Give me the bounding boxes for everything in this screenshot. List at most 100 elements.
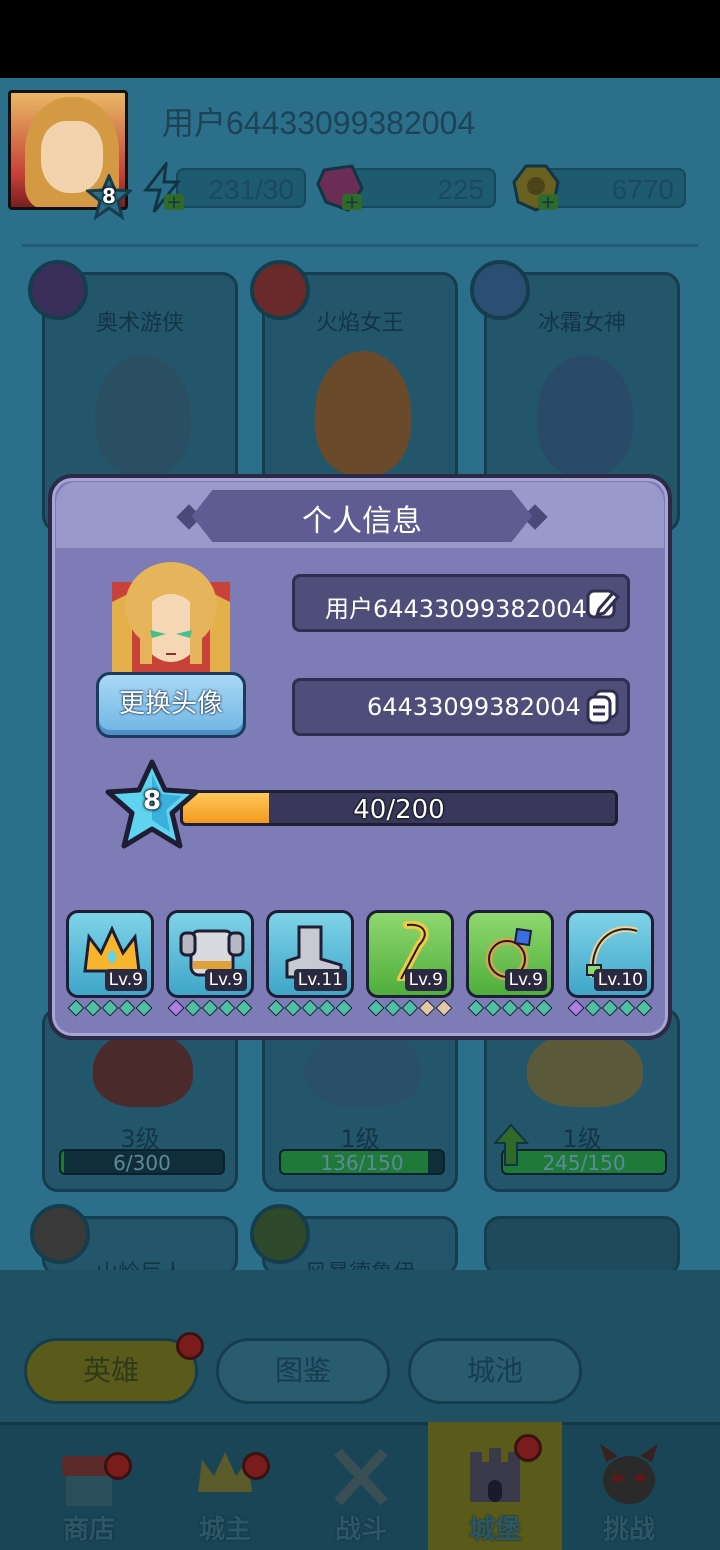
equipment-level: Lv.9 <box>204 969 247 991</box>
svg-text:+: + <box>540 192 555 213</box>
header-username: 用户64433099382004 <box>162 105 476 141</box>
equipment-level: Lv.9 <box>104 969 147 991</box>
nav-label: 商店 <box>62 1515 115 1545</box>
nav-lord[interactable]: 城主 <box>158 1422 292 1550</box>
hero-card-locked[interactable] <box>484 1216 680 1276</box>
energy-lightning-icon[interactable]: + <box>136 162 188 214</box>
nature-class-icon <box>250 1204 310 1264</box>
gem-indicator <box>635 999 653 1017</box>
tab-heroes[interactable]: 英雄 <box>24 1338 198 1404</box>
castle-notification-dot <box>514 1434 542 1462</box>
lord-notification-dot <box>242 1452 270 1480</box>
modal-title: 个人信息 <box>302 504 422 539</box>
xp-progress-bar: 40/200 <box>180 790 618 826</box>
profile-modal: 个人信息 更换头像 用户64433099382004 6443309938200… <box>48 474 672 1040</box>
gems-pill: 225 <box>350 168 496 208</box>
gem-indicator <box>84 999 102 1017</box>
hero-progress-bar: 136/150 <box>279 1149 445 1175</box>
equipment-gem-row <box>167 999 260 1017</box>
hero-portrait <box>95 355 191 475</box>
copy-icon[interactable] <box>585 689 621 725</box>
gem-indicator <box>67 999 85 1017</box>
equipment-slot[interactable]: Lv.11 <box>266 910 354 998</box>
svg-text:+: + <box>344 192 359 213</box>
gem-indicator <box>567 999 585 1017</box>
gems-value: 225 <box>437 174 484 205</box>
gem-indicator <box>335 999 353 1017</box>
crossed-swords-icon <box>334 1448 388 1506</box>
gem-indicator <box>367 999 385 1017</box>
gem-indicator <box>184 999 202 1017</box>
name-value: 用户64433099382004 <box>325 595 587 623</box>
fire-class-icon <box>250 260 310 320</box>
gem-indicator <box>401 999 419 1017</box>
hero-portrait <box>93 1031 193 1107</box>
gem-indicator <box>301 999 319 1017</box>
energy-value: 231/30 <box>208 174 294 205</box>
gem-indicator <box>384 999 402 1017</box>
equipment-slot[interactable]: Lv.9 <box>166 910 254 998</box>
level-value: 8 <box>142 786 162 816</box>
gold-value: 6770 <box>611 174 674 205</box>
hero-portrait <box>537 355 633 475</box>
tab-codex[interactable]: 图鉴 <box>216 1338 390 1404</box>
nav-label: 城主 <box>198 1515 251 1545</box>
gem-indicator <box>501 999 519 1017</box>
hero-portrait <box>315 351 411 475</box>
upgrade-arrow-icon <box>493 1123 529 1166</box>
tab-city[interactable]: 城池 <box>408 1338 582 1404</box>
id-value: 64433099382004 <box>367 693 581 721</box>
name-field[interactable]: 用户64433099382004 <box>292 574 630 632</box>
demon-mask-icon <box>600 1444 658 1504</box>
equipment-gem-row <box>67 999 160 1017</box>
change-avatar-button[interactable]: 更换头像 <box>96 672 246 738</box>
xp-text: 40/200 <box>353 795 445 825</box>
nav-label: 战斗 <box>334 1515 387 1545</box>
gem-indicator <box>135 999 153 1017</box>
gem-indicator <box>284 999 302 1017</box>
gem-indicator <box>535 999 553 1017</box>
equipment-slot[interactable]: Lv.9 <box>66 910 154 998</box>
equipment-gem-row <box>467 999 560 1017</box>
equipment-gem-row <box>367 999 460 1017</box>
gem-indicator <box>235 999 253 1017</box>
nav-label: 城堡 <box>468 1515 521 1545</box>
equipment-slot[interactable]: Lv.9 <box>466 910 554 998</box>
player-level-value: 8 <box>102 184 116 208</box>
gem-indicator <box>218 999 236 1017</box>
hero-progress-text: 6/300 <box>113 1151 171 1175</box>
equipment-level: Lv.9 <box>404 969 447 991</box>
gem-indicator <box>584 999 602 1017</box>
gem-icon[interactable]: + <box>314 162 366 214</box>
gem-indicator <box>318 999 336 1017</box>
svg-text:+: + <box>166 192 181 213</box>
hero-portrait-icon <box>112 562 230 672</box>
gold-coin-icon[interactable]: + <box>510 162 562 214</box>
profile-avatar <box>112 562 230 672</box>
shop-notification-dot <box>104 1452 132 1480</box>
nav-label: 挑战 <box>602 1515 655 1545</box>
edit-icon[interactable] <box>585 585 621 621</box>
gem-indicator <box>167 999 185 1017</box>
status-bar <box>0 0 720 78</box>
energy-pill: 231/30 <box>176 168 306 208</box>
gem-indicator <box>484 999 502 1017</box>
nav-castle[interactable]: 城堡 <box>428 1422 562 1550</box>
rock-class-icon <box>30 1204 90 1264</box>
equipment-level: Lv.10 <box>593 969 647 991</box>
gem-indicator <box>418 999 436 1017</box>
gem-indicator <box>201 999 219 1017</box>
nav-shop[interactable]: 商店 <box>22 1422 156 1550</box>
equipment-level: Lv.11 <box>293 969 347 991</box>
arcane-class-icon <box>28 260 88 320</box>
gem-indicator <box>118 999 136 1017</box>
nav-battle[interactable]: 战斗 <box>294 1422 428 1550</box>
gem-indicator <box>467 999 485 1017</box>
equipment-slot[interactable]: Lv.9 <box>366 910 454 998</box>
level-star: 8 <box>104 758 200 850</box>
nav-challenge[interactable]: 挑战 <box>562 1422 696 1550</box>
equipment-gem-row <box>267 999 360 1017</box>
equipment-slot[interactable]: Lv.10 <box>566 910 654 998</box>
hero-portrait <box>305 1031 421 1107</box>
ice-class-icon <box>470 260 530 320</box>
